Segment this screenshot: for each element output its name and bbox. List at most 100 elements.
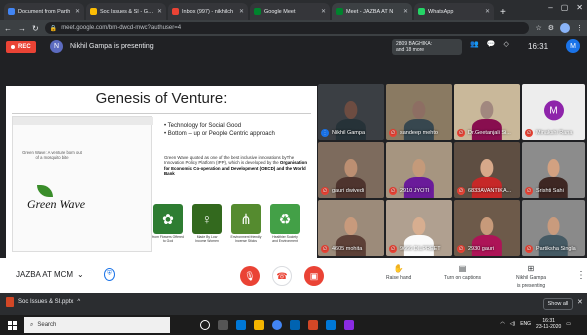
extensions-icon[interactable]: ⚙ xyxy=(548,24,554,32)
participant-tile[interactable]: ∅ Dr.Geetanjali Si... xyxy=(454,84,520,140)
mic-muted-icon: ∅ xyxy=(457,187,465,195)
join-notification[interactable]: 2809 BAGHIKA: and 18 more xyxy=(392,39,462,55)
participant-tile[interactable]: ∅ 9666 DILPREET xyxy=(386,200,452,256)
close-tab-icon[interactable]: ✕ xyxy=(485,8,490,15)
new-tab-button[interactable]: + xyxy=(496,7,510,20)
activities-icon[interactable]: ◇ xyxy=(503,40,508,48)
maximize-icon[interactable]: ▢ xyxy=(561,3,569,12)
meet-header: REC N Nikhil Gampa is presenting 2809 BA… xyxy=(0,36,587,58)
feature-image: ⋔ xyxy=(231,204,261,234)
participant-head xyxy=(547,216,560,236)
slide-divider xyxy=(12,113,311,114)
close-tab-icon[interactable]: ✕ xyxy=(157,8,162,15)
participant-tile[interactable]: ∅ 6833AVANTIKA... xyxy=(454,142,520,198)
present-line2: is presenting xyxy=(516,283,546,289)
task-view-icon[interactable] xyxy=(218,320,228,330)
participant-head xyxy=(412,158,426,178)
participant-head xyxy=(547,158,560,178)
participant-name: 4605 mohita xyxy=(332,246,363,252)
mic-toggle-button[interactable]: 🎙 xyxy=(240,266,260,286)
present-status-button[interactable]: ⊞ Nikhil Gampa is presenting xyxy=(516,264,546,289)
shield-icon[interactable]: ⛨ xyxy=(104,268,115,281)
chat-icon[interactable]: 💬 xyxy=(487,40,496,48)
slide-title: Genesis of Venture: xyxy=(95,90,228,107)
volume-icon[interactable]: ◁) xyxy=(510,321,516,327)
browser-tab[interactable]: Soc Issues & SI - Goog ✕ xyxy=(86,3,166,20)
mic-muted-icon: ∅ xyxy=(389,187,397,195)
browser-tab[interactable]: Inbox (997) - nikhilch ✕ xyxy=(168,3,248,20)
browser-menu-icon[interactable]: ⋮ xyxy=(576,24,583,32)
powerpoint-icon[interactable] xyxy=(308,320,318,330)
back-icon[interactable]: ← xyxy=(4,24,12,33)
participant-label: ∅ gauri dwivedi xyxy=(321,187,364,195)
self-avatar[interactable]: M xyxy=(566,39,580,53)
chrome-icon[interactable] xyxy=(272,320,282,330)
store-icon[interactable] xyxy=(290,320,300,330)
hand-icon: ✋ xyxy=(393,264,404,273)
cortana-icon[interactable] xyxy=(200,320,210,330)
app-icon[interactable] xyxy=(344,320,354,330)
close-tab-icon[interactable]: ✕ xyxy=(321,8,326,15)
mic-muted-icon: ∅ xyxy=(525,187,533,195)
browser-tab[interactable]: Meet - JAZBA AT N ✕ xyxy=(332,3,412,20)
close-shelf-icon[interactable]: ✕ xyxy=(577,298,583,306)
feature-icon: ✿ xyxy=(162,210,174,227)
camera-toggle-button[interactable]: ▣ xyxy=(304,266,324,286)
url-field[interactable]: 🔒 meet.google.com/bm-dwcd-mwc?authuser=4 xyxy=(44,22,530,34)
participant-tile[interactable]: ∅ sandeep mehto xyxy=(386,84,452,140)
participant-name: Nikhil Gampa xyxy=(332,130,366,136)
edge-icon[interactable] xyxy=(236,320,246,330)
pptx-file-icon xyxy=(6,297,14,307)
close-tab-icon[interactable]: ✕ xyxy=(239,8,244,15)
captions-button[interactable]: ▤ Turn on captions xyxy=(444,264,481,281)
raise-hand-button[interactable]: ✋ Raise hand xyxy=(386,264,411,281)
participant-head xyxy=(480,216,494,236)
minimize-icon[interactable]: – xyxy=(548,3,552,12)
forward-icon[interactable]: → xyxy=(18,24,26,33)
participant-tile[interactable]: ∅ Partiksha Singla xyxy=(522,200,585,256)
taskbar-apps xyxy=(200,320,354,330)
wifi-icon[interactable]: ◠ xyxy=(500,321,504,327)
browser-tab[interactable]: WhatsApp ✕ xyxy=(414,3,494,20)
participant-tile[interactable]: M ∅ Minakshi Rana xyxy=(522,84,585,140)
slide-bullets: Technology for Social Good Bottom – up o… xyxy=(164,122,275,138)
taskbar-search[interactable]: ⌕ Search xyxy=(24,317,170,333)
close-tab-icon[interactable]: ✕ xyxy=(403,8,408,15)
participant-head xyxy=(480,100,494,120)
feature-card: ♻ Healthier Society and Environment xyxy=(269,204,301,243)
audio-level-icon: ⋮ xyxy=(321,129,329,137)
meeting-title: JAZBA AT MCM xyxy=(16,270,74,279)
language-indicator[interactable]: ENG xyxy=(520,321,531,327)
profile-icon[interactable] xyxy=(560,23,570,33)
more-options-icon[interactable]: ⋮ xyxy=(576,270,586,281)
meeting-details[interactable]: JAZBA AT MCM ⌄ xyxy=(16,270,84,279)
show-all-button[interactable]: Show all xyxy=(543,298,573,310)
star-icon[interactable]: ☆ xyxy=(535,24,541,32)
close-tab-icon[interactable]: ✕ xyxy=(75,8,80,15)
close-window-icon[interactable]: ✕ xyxy=(576,3,583,12)
notifications-icon[interactable]: ▭ xyxy=(566,321,571,327)
participant-tile[interactable]: ∅ 2930 gauri xyxy=(454,200,520,256)
participant-tile[interactable]: ∅ Srishti Sahi xyxy=(522,142,585,198)
browser-tab[interactable]: Google Meet ✕ xyxy=(250,3,330,20)
mic-muted-icon: ∅ xyxy=(321,245,329,253)
reload-icon[interactable]: ↻ xyxy=(32,24,39,33)
chevron-up-icon[interactable]: ^ xyxy=(77,299,80,305)
participant-tile[interactable]: ∅ 4605 mohita xyxy=(318,200,384,256)
tab-favicon-icon xyxy=(418,8,425,15)
participant-tile[interactable]: ⋮ Nikhil Gampa xyxy=(318,84,384,140)
mic-muted-icon: ∅ xyxy=(457,245,465,253)
participant-tile[interactable]: ∅ gauri dwivedi xyxy=(318,142,384,198)
participant-name: 9666 DILPREET xyxy=(400,246,441,252)
mail-icon[interactable] xyxy=(326,320,336,330)
download-item[interactable]: Soc Issues & SI.pptx ^ xyxy=(6,297,80,307)
leave-call-button[interactable]: ☎ xyxy=(272,266,292,286)
browser-tab[interactable]: Document from Parth ✕ xyxy=(4,3,84,20)
file-explorer-icon[interactable] xyxy=(254,320,264,330)
participants-icon[interactable]: 👥 xyxy=(470,40,479,48)
taskbar-clock[interactable]: 16:31 23-11-2020 xyxy=(536,318,561,330)
windows-start-icon[interactable] xyxy=(0,320,24,330)
search-placeholder: Search xyxy=(37,322,57,328)
raise-hand-label: Raise hand xyxy=(386,275,412,281)
participant-tile[interactable]: ∅ 2910 JYOTI xyxy=(386,142,452,198)
